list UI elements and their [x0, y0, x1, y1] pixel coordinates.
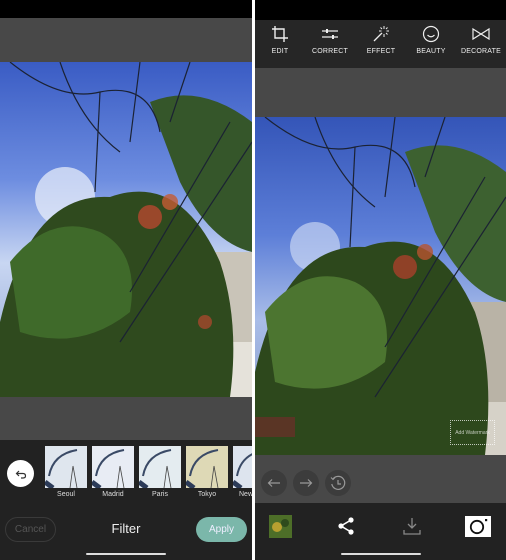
cancel-button[interactable]: Cancel — [5, 517, 56, 542]
share-icon — [338, 517, 354, 535]
tool-label: DECORATE — [461, 48, 501, 55]
history-button[interactable] — [325, 470, 351, 496]
filter-label: New — [239, 491, 252, 498]
filter-thumb-madrid[interactable] — [92, 446, 134, 488]
tool-decorate[interactable]: DECORATE — [456, 25, 506, 55]
smiley-icon — [422, 25, 440, 43]
tool-label: EFFECT — [366, 48, 396, 55]
photo-canvas[interactable] — [255, 117, 506, 455]
undo-arrow-icon — [267, 479, 280, 487]
filter-screen: Seoul Madrid Paris Tokyo New Cancel Filt… — [0, 0, 252, 560]
filter-thumb-tokyo[interactable] — [186, 446, 228, 488]
status-bar — [255, 0, 506, 20]
filter-label: Seoul — [57, 491, 75, 498]
redo-arrow-icon — [300, 479, 313, 487]
download-button[interactable] — [401, 515, 423, 537]
history-icon — [330, 475, 346, 490]
filter-thumb-seoul[interactable] — [45, 446, 87, 488]
filter-label: Paris — [152, 491, 168, 498]
redo-button[interactable] — [293, 470, 319, 496]
undo-button[interactable] — [261, 470, 287, 496]
home-indicator[interactable] — [341, 553, 421, 555]
filter-thumb-new[interactable] — [233, 446, 252, 488]
tool-correct[interactable]: CORRECT — [305, 25, 355, 55]
filter-label: Madrid — [102, 491, 124, 498]
watermark-box[interactable]: Add Watermark — [450, 420, 495, 445]
photo-preview — [0, 62, 252, 397]
tool-edit[interactable]: EDIT — [255, 25, 305, 55]
tool-label: BEAUTY — [416, 48, 446, 55]
download-icon — [403, 518, 421, 535]
home-indicator[interactable] — [86, 553, 166, 555]
editor-screen: EDIT CORRECT EFFECT BEAUTY DECORATE Add … — [255, 0, 506, 560]
undo-icon — [15, 470, 26, 479]
camera-icon — [469, 519, 488, 535]
crop-icon — [272, 26, 288, 42]
camera-button[interactable] — [465, 516, 491, 537]
status-bar — [0, 0, 252, 18]
bowtie-icon — [472, 27, 490, 41]
filter-thumb-paris[interactable] — [139, 446, 181, 488]
apply-button[interactable]: Apply — [196, 517, 247, 542]
gallery-thumbnail[interactable] — [269, 515, 292, 538]
sliders-icon — [322, 29, 338, 39]
tool-beauty[interactable]: BEAUTY — [406, 25, 456, 55]
tool-label: CORRECT — [311, 48, 348, 55]
magic-wand-icon — [373, 26, 389, 42]
tool-effect[interactable]: EFFECT — [356, 25, 406, 55]
tool-label: EDIT — [271, 48, 289, 55]
share-button[interactable] — [335, 515, 357, 537]
undo-button[interactable] — [7, 460, 34, 487]
filter-label: Tokyo — [197, 491, 217, 498]
panel-title: Filter — [111, 521, 141, 536]
